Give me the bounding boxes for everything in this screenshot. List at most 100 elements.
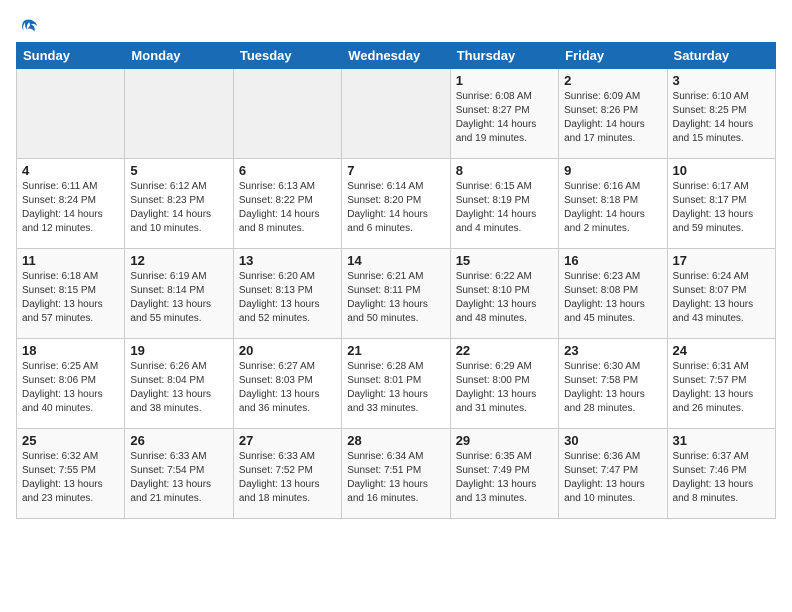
day-info: Sunrise: 6:10 AM Sunset: 8:25 PM Dayligh… (673, 90, 770, 146)
day-number: 8 (456, 163, 553, 178)
day-number: 6 (239, 163, 336, 178)
day-info: Sunrise: 6:18 AM Sunset: 8:15 PM Dayligh… (22, 270, 119, 326)
weekday-header-tuesday: Tuesday (233, 43, 341, 69)
calendar-cell (342, 69, 450, 159)
calendar-cell: 30 Sunrise: 6:36 AM Sunset: 7:47 PM Dayli… (559, 429, 667, 519)
page-header (16, 16, 776, 34)
weekday-header-friday: Friday (559, 43, 667, 69)
weekday-header-wednesday: Wednesday (342, 43, 450, 69)
day-info: Sunrise: 6:12 AM Sunset: 8:23 PM Dayligh… (130, 180, 227, 236)
day-info: Sunrise: 6:11 AM Sunset: 8:24 PM Dayligh… (22, 180, 119, 236)
calendar-week-3: 11 Sunrise: 6:18 AM Sunset: 8:15 PM Dayli… (17, 249, 776, 339)
calendar-cell: 14 Sunrise: 6:21 AM Sunset: 8:11 PM Dayli… (342, 249, 450, 339)
calendar-cell: 3Sunrise: 6:10 AM Sunset: 8:25 PM Daylig… (667, 69, 775, 159)
day-number: 24 (673, 343, 770, 358)
day-info: Sunrise: 6:09 AM Sunset: 8:26 PM Dayligh… (564, 90, 661, 146)
weekday-header-thursday: Thursday (450, 43, 558, 69)
calendar-cell: 9 Sunrise: 6:16 AM Sunset: 8:18 PM Daylig… (559, 159, 667, 249)
day-number: 30 (564, 433, 661, 448)
day-number: 16 (564, 253, 661, 268)
calendar-cell: 28 Sunrise: 6:34 AM Sunset: 7:51 PM Dayli… (342, 429, 450, 519)
day-info: Sunrise: 6:13 AM Sunset: 8:22 PM Dayligh… (239, 180, 336, 236)
calendar-cell: 19 Sunrise: 6:26 AM Sunset: 8:04 PM Dayli… (125, 339, 233, 429)
calendar-cell: 26 Sunrise: 6:33 AM Sunset: 7:54 PM Dayli… (125, 429, 233, 519)
calendar-week-2: 4 Sunrise: 6:11 AM Sunset: 8:24 PM Daylig… (17, 159, 776, 249)
day-number: 23 (564, 343, 661, 358)
day-number: 14 (347, 253, 444, 268)
day-number: 4 (22, 163, 119, 178)
day-number: 7 (347, 163, 444, 178)
weekday-header-monday: Monday (125, 43, 233, 69)
day-info: Sunrise: 6:30 AM Sunset: 7:58 PM Dayligh… (564, 360, 661, 416)
calendar-cell: 31 Sunrise: 6:37 AM Sunset: 7:46 PM Dayli… (667, 429, 775, 519)
weekday-header-sunday: Sunday (17, 43, 125, 69)
day-number: 18 (22, 343, 119, 358)
day-number: 11 (22, 253, 119, 268)
day-number: 27 (239, 433, 336, 448)
calendar-cell: 12Sunrise: 6:19 AM Sunset: 8:14 PM Dayli… (125, 249, 233, 339)
calendar-cell: 11 Sunrise: 6:18 AM Sunset: 8:15 PM Dayli… (17, 249, 125, 339)
day-number: 19 (130, 343, 227, 358)
day-number: 15 (456, 253, 553, 268)
day-info: Sunrise: 6:08 AM Sunset: 8:27 PM Dayligh… (456, 90, 553, 146)
day-info: Sunrise: 6:37 AM Sunset: 7:46 PM Dayligh… (673, 450, 770, 506)
day-info: Sunrise: 6:28 AM Sunset: 8:01 PM Dayligh… (347, 360, 444, 416)
calendar-cell: 25Sunrise: 6:32 AM Sunset: 7:55 PM Dayli… (17, 429, 125, 519)
day-number: 26 (130, 433, 227, 448)
day-number: 13 (239, 253, 336, 268)
calendar-header-row: SundayMondayTuesdayWednesdayThursdayFrid… (17, 43, 776, 69)
day-info: Sunrise: 6:21 AM Sunset: 8:11 PM Dayligh… (347, 270, 444, 326)
day-number: 21 (347, 343, 444, 358)
calendar-cell: 7Sunrise: 6:14 AM Sunset: 8:20 PM Daylig… (342, 159, 450, 249)
day-number: 2 (564, 73, 661, 88)
day-number: 22 (456, 343, 553, 358)
calendar-week-5: 25Sunrise: 6:32 AM Sunset: 7:55 PM Dayli… (17, 429, 776, 519)
day-info: Sunrise: 6:16 AM Sunset: 8:18 PM Dayligh… (564, 180, 661, 236)
day-number: 5 (130, 163, 227, 178)
day-number: 17 (673, 253, 770, 268)
calendar-week-4: 18 Sunrise: 6:25 AM Sunset: 8:06 PM Dayli… (17, 339, 776, 429)
calendar-cell: 13 Sunrise: 6:20 AM Sunset: 8:13 PM Dayli… (233, 249, 341, 339)
calendar-cell: 22Sunrise: 6:29 AM Sunset: 8:00 PM Dayli… (450, 339, 558, 429)
calendar-cell: 24Sunrise: 6:31 AM Sunset: 7:57 PM Dayli… (667, 339, 775, 429)
calendar-cell: 20 Sunrise: 6:27 AM Sunset: 8:03 PM Dayli… (233, 339, 341, 429)
day-number: 31 (673, 433, 770, 448)
calendar-cell: 27 Sunrise: 6:33 AM Sunset: 7:52 PM Dayli… (233, 429, 341, 519)
day-info: Sunrise: 6:22 AM Sunset: 8:10 PM Dayligh… (456, 270, 553, 326)
logo (16, 16, 40, 34)
day-info: Sunrise: 6:23 AM Sunset: 8:08 PM Dayligh… (564, 270, 661, 326)
day-info: Sunrise: 6:36 AM Sunset: 7:47 PM Dayligh… (564, 450, 661, 506)
calendar-cell: 18 Sunrise: 6:25 AM Sunset: 8:06 PM Dayli… (17, 339, 125, 429)
calendar-cell: 10Sunrise: 6:17 AM Sunset: 8:17 PM Dayli… (667, 159, 775, 249)
day-info: Sunrise: 6:15 AM Sunset: 8:19 PM Dayligh… (456, 180, 553, 236)
day-number: 9 (564, 163, 661, 178)
calendar-cell: 1 Sunrise: 6:08 AM Sunset: 8:27 PM Daylig… (450, 69, 558, 159)
day-number: 12 (130, 253, 227, 268)
day-info: Sunrise: 6:33 AM Sunset: 7:54 PM Dayligh… (130, 450, 227, 506)
day-info: Sunrise: 6:26 AM Sunset: 8:04 PM Dayligh… (130, 360, 227, 416)
calendar-cell: 2 Sunrise: 6:09 AM Sunset: 8:26 PM Daylig… (559, 69, 667, 159)
calendar-cell: 8 Sunrise: 6:15 AM Sunset: 8:19 PM Daylig… (450, 159, 558, 249)
calendar-cell: 16 Sunrise: 6:23 AM Sunset: 8:08 PM Dayli… (559, 249, 667, 339)
day-number: 28 (347, 433, 444, 448)
day-info: Sunrise: 6:32 AM Sunset: 7:55 PM Dayligh… (22, 450, 119, 506)
logo-bird-icon (18, 16, 40, 38)
calendar-cell: 29Sunrise: 6:35 AM Sunset: 7:49 PM Dayli… (450, 429, 558, 519)
day-info: Sunrise: 6:27 AM Sunset: 8:03 PM Dayligh… (239, 360, 336, 416)
day-info: Sunrise: 6:34 AM Sunset: 7:51 PM Dayligh… (347, 450, 444, 506)
calendar-cell (125, 69, 233, 159)
calendar-cell (233, 69, 341, 159)
day-number: 29 (456, 433, 553, 448)
day-info: Sunrise: 6:33 AM Sunset: 7:52 PM Dayligh… (239, 450, 336, 506)
calendar-cell: 6 Sunrise: 6:13 AM Sunset: 8:22 PM Daylig… (233, 159, 341, 249)
day-number: 1 (456, 73, 553, 88)
calendar-week-1: 1 Sunrise: 6:08 AM Sunset: 8:27 PM Daylig… (17, 69, 776, 159)
day-info: Sunrise: 6:25 AM Sunset: 8:06 PM Dayligh… (22, 360, 119, 416)
day-number: 20 (239, 343, 336, 358)
calendar-cell: 21 Sunrise: 6:28 AM Sunset: 8:01 PM Dayli… (342, 339, 450, 429)
calendar-cell: 17Sunrise: 6:24 AM Sunset: 8:07 PM Dayli… (667, 249, 775, 339)
day-info: Sunrise: 6:17 AM Sunset: 8:17 PM Dayligh… (673, 180, 770, 236)
day-info: Sunrise: 6:20 AM Sunset: 8:13 PM Dayligh… (239, 270, 336, 326)
calendar-table: SundayMondayTuesdayWednesdayThursdayFrid… (16, 42, 776, 519)
calendar-cell: 15 Sunrise: 6:22 AM Sunset: 8:10 PM Dayli… (450, 249, 558, 339)
